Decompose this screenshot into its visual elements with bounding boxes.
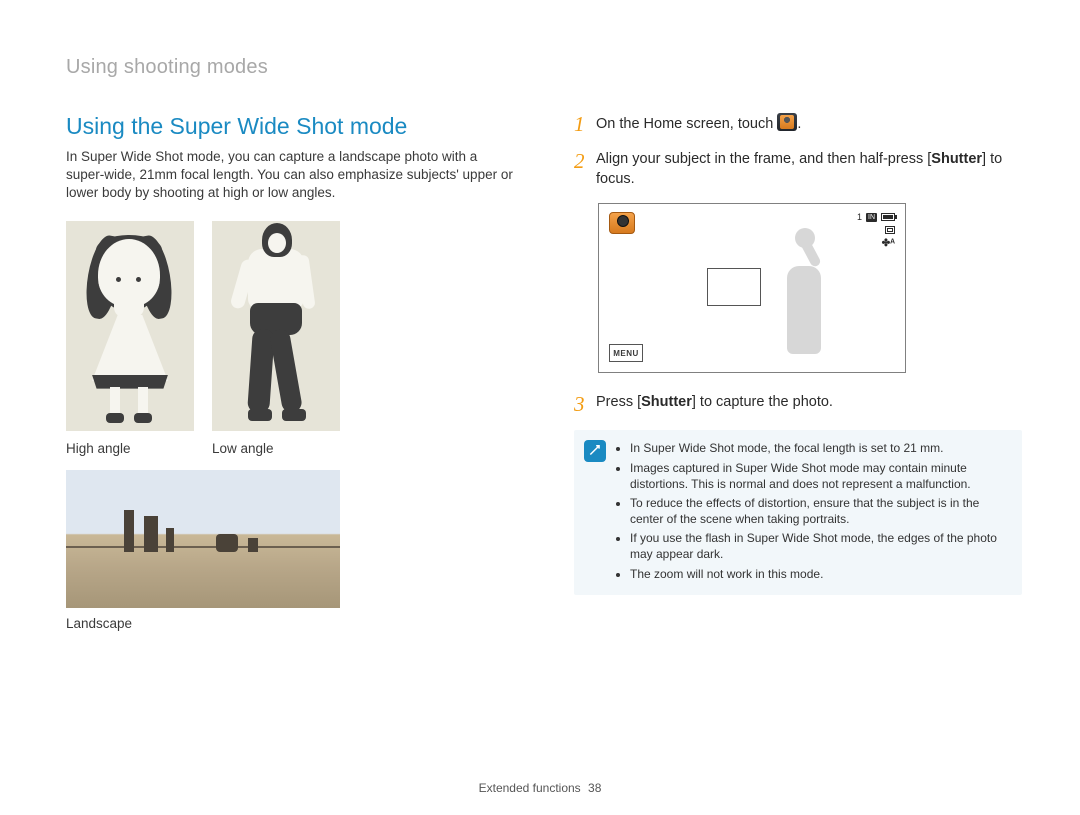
af-frame <box>707 268 761 306</box>
section-intro: In Super Wide Shot mode, you can capture… <box>66 148 516 203</box>
step-2: 2 Align your subject in the frame, and t… <box>574 150 1022 189</box>
note-item: The zoom will not work in this mode. <box>630 566 1008 582</box>
battery-icon <box>881 213 895 221</box>
subject-silhouette <box>775 224 845 354</box>
step-number: 2 <box>574 150 596 173</box>
lcd-preview: 1 IN ✤ᴬ MENU <box>598 203 906 373</box>
caption-low-angle: Low angle <box>212 441 340 456</box>
mode-badge-icon <box>609 212 635 234</box>
high-angle-illustration <box>66 221 194 431</box>
step-number: 3 <box>574 393 596 416</box>
page-number: 38 <box>588 781 601 795</box>
step-2-text-pre: Align your subject in the frame, and the… <box>596 151 931 167</box>
breadcrumb: Using shooting modes <box>66 56 1022 79</box>
note-item: To reduce the effects of distortion, ens… <box>630 495 1008 527</box>
storage-in-icon: IN <box>866 213 877 222</box>
footer-section: Extended functions <box>479 781 581 795</box>
step-3: 3 Press [Shutter] to capture the photo. <box>574 393 1022 416</box>
section-title: Using the Super Wide Shot mode <box>66 113 516 140</box>
menu-button[interactable]: MENU <box>609 344 643 362</box>
caption-high-angle: High angle <box>66 441 194 456</box>
image-size-icon <box>885 226 895 234</box>
shot-count: 1 <box>857 212 862 222</box>
lcd-status-icons: 1 IN ✤ᴬ <box>857 212 895 249</box>
note-icon <box>584 440 606 462</box>
caption-landscape: Landscape <box>66 616 516 631</box>
step-2-shutter: Shutter <box>931 151 982 167</box>
step-1-text-pre: On the Home screen, touch <box>596 116 777 132</box>
super-wide-mode-icon <box>777 113 797 131</box>
landscape-illustration <box>66 470 340 608</box>
flash-auto-icon: ✤ᴬ <box>882 238 895 249</box>
step-3-shutter: Shutter <box>641 394 692 410</box>
left-column: Using the Super Wide Shot mode In Super … <box>66 113 516 631</box>
step-3-text-pre: Press [ <box>596 394 641 410</box>
low-angle-illustration <box>212 221 340 431</box>
step-number: 1 <box>574 113 596 136</box>
step-1-text-post: . <box>797 116 801 132</box>
right-column: 1 On the Home screen, touch . 2 Align yo… <box>574 113 1022 631</box>
step-1: 1 On the Home screen, touch . <box>574 113 1022 136</box>
example-illustrations <box>66 221 516 431</box>
step-3-text-post: ] to capture the photo. <box>692 394 833 410</box>
page-footer: Extended functions 38 <box>0 781 1080 795</box>
note-item: If you use the flash in Super Wide Shot … <box>630 530 1008 562</box>
note-box: In Super Wide Shot mode, the focal lengt… <box>574 430 1022 595</box>
note-item: In Super Wide Shot mode, the focal lengt… <box>630 440 1008 456</box>
note-item: Images captured in Super Wide Shot mode … <box>630 460 1008 492</box>
